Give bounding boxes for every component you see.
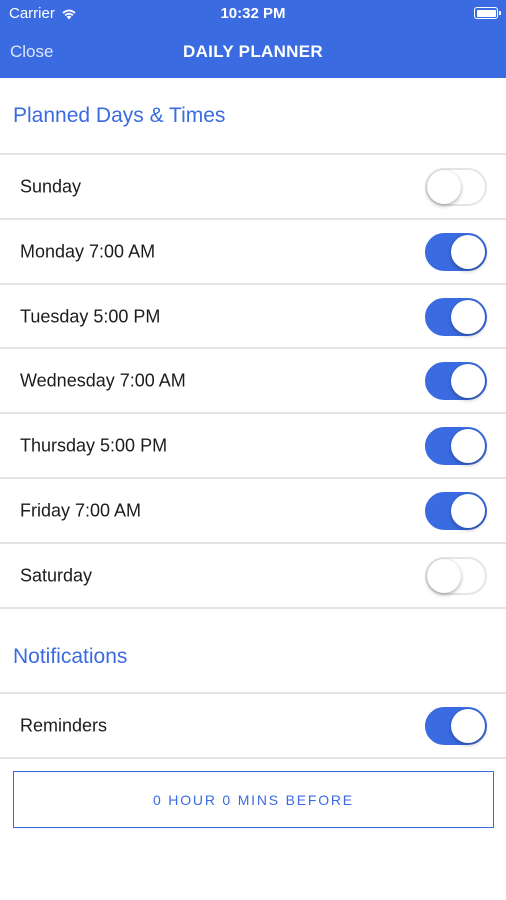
day-row-tuesday: Tuesday 5:00 PM [0, 285, 506, 348]
top-bar: Carrier 10:32 PM Close DAILY PLANNER [0, 0, 506, 78]
nav-bar: Close DAILY PLANNER [0, 28, 506, 78]
day-label: Thursday 5:00 PM [20, 435, 168, 455]
day-row-friday: Friday 7:00 AM [0, 479, 506, 542]
battery-icon [474, 7, 501, 19]
day-row-wednesday: Wednesday 7:00 AM [0, 349, 506, 412]
status-bar: Carrier 10:32 PM [0, 0, 506, 28]
saturday-toggle[interactable] [425, 556, 487, 595]
monday-toggle[interactable] [425, 232, 487, 271]
day-label: Tuesday 5:00 PM [20, 306, 161, 326]
status-time: 10:32 PM [220, 5, 286, 22]
day-label: Sunday [20, 176, 82, 196]
daily-planner-screen: Carrier 10:32 PM Close DAILY PLANNER Pla… [0, 0, 506, 900]
reminders-label: Reminders [20, 715, 108, 735]
day-label: Monday 7:00 AM [20, 241, 156, 261]
notifications-header: Notifications [13, 645, 128, 668]
day-row-thursday: Thursday 5:00 PM [0, 414, 506, 477]
thursday-toggle[interactable] [425, 426, 487, 465]
reminders-toggle[interactable] [425, 706, 487, 745]
planned-days-header: Planned Days & Times [13, 104, 226, 127]
reminders-row: Reminders [0, 694, 506, 757]
divider [0, 757, 506, 759]
reminder-time-button[interactable]: 0 HOUR 0 MINS BEFORE [13, 771, 494, 828]
friday-toggle[interactable] [425, 491, 487, 530]
day-label: Wednesday 7:00 AM [20, 370, 186, 390]
day-label: Saturday [20, 565, 93, 585]
day-row-sunday: Sunday [0, 155, 506, 218]
tuesday-toggle[interactable] [425, 297, 487, 336]
wednesday-toggle[interactable] [425, 361, 487, 400]
sunday-toggle[interactable] [425, 167, 487, 206]
day-label: Friday 7:00 AM [20, 500, 142, 520]
page-title: DAILY PLANNER [183, 42, 323, 61]
day-row-monday: Monday 7:00 AM [0, 220, 506, 283]
divider [0, 607, 506, 609]
day-row-saturday: Saturday [0, 544, 506, 607]
